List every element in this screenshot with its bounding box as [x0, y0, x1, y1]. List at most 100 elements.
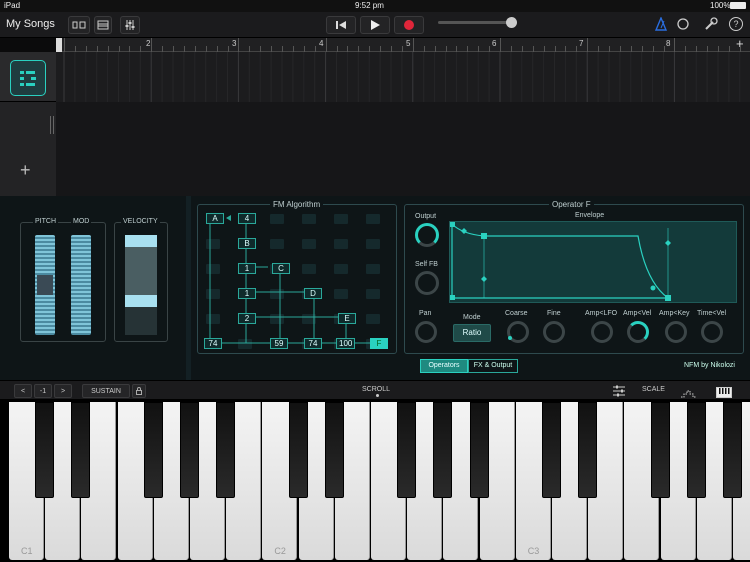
black-key[interactable]: [650, 402, 670, 498]
synth-panel: PITCH MOD VELOCITY FM Algorithm A 4 B 1 …: [0, 196, 750, 380]
ruler-bar: 5: [406, 39, 411, 48]
black-key[interactable]: [723, 402, 742, 498]
output-knob[interactable]: [415, 223, 439, 247]
black-key[interactable]: [216, 402, 236, 498]
black-key[interactable]: [469, 402, 489, 498]
instrument-icon[interactable]: [10, 60, 46, 96]
volume-knob[interactable]: [506, 17, 517, 28]
octave-down-button[interactable]: <: [14, 384, 32, 398]
mode-select[interactable]: Ratio: [453, 324, 491, 342]
clock: 9:52 pm: [355, 1, 384, 10]
coarse-knob[interactable]: [507, 321, 529, 343]
velocity-slider[interactable]: [125, 235, 157, 335]
ruler-bar: 4: [319, 39, 324, 48]
fm-op-f[interactable]: F: [370, 338, 388, 349]
amplfo-knob[interactable]: [591, 321, 613, 343]
selffb-knob[interactable]: [415, 271, 439, 295]
playhead-icon[interactable]: [56, 38, 62, 52]
black-key[interactable]: [433, 402, 453, 498]
envelope-graph[interactable]: [449, 221, 737, 303]
wrench-icon[interactable]: [704, 17, 718, 36]
ruler-tick: [674, 38, 676, 52]
ampvel-knob[interactable]: [627, 321, 649, 343]
pitch-wheel[interactable]: [35, 235, 55, 335]
black-key[interactable]: [542, 402, 561, 498]
pan-knob[interactable]: [415, 321, 437, 343]
record-icon[interactable]: [394, 16, 424, 34]
pitch-wheel-center: [37, 275, 53, 295]
velocity-bottom-handle[interactable]: [125, 295, 157, 307]
scroll-label[interactable]: SCROLL: [362, 386, 390, 393]
fm-op-1b[interactable]: 1: [238, 288, 256, 299]
fm-op-4[interactable]: 4: [238, 213, 256, 224]
black-key[interactable]: [288, 402, 308, 498]
tab-fx-output[interactable]: FX & Output: [468, 359, 518, 373]
toolbar: My Songs ?: [0, 12, 750, 38]
tracks-empty-area[interactable]: [50, 102, 750, 196]
selffb-label: Self FB: [415, 261, 438, 268]
fine-label: Fine: [547, 310, 561, 317]
track-lane[interactable]: [56, 52, 750, 102]
fm-op-1[interactable]: 1: [238, 263, 256, 274]
key-octave-label: C2: [274, 546, 286, 556]
operator-title: Operator F: [549, 200, 594, 209]
scale-button[interactable]: SCALE: [642, 386, 665, 393]
ruler-bar: 2: [146, 39, 151, 48]
ruler-tick: [325, 38, 327, 52]
volume-slider[interactable]: [438, 17, 517, 28]
fm-op-c[interactable]: C: [272, 263, 290, 274]
ruler-tick: [412, 38, 414, 52]
black-key[interactable]: [180, 402, 199, 498]
amplfo-label: Amp<LFO: [585, 310, 618, 317]
sustain-lock-icon[interactable]: [132, 384, 146, 398]
octave-up-button[interactable]: >: [54, 384, 72, 398]
timevel-label: Time<Vel: [697, 310, 727, 317]
fm-op-a[interactable]: A: [206, 213, 224, 224]
fine-knob[interactable]: [543, 321, 565, 343]
credit-label: NFM by Nikolozi: [684, 362, 735, 369]
velocity-top-handle[interactable]: [125, 235, 157, 247]
fm-routing-lines: [209, 215, 374, 344]
black-key[interactable]: [397, 402, 417, 498]
tracks-view-icon[interactable]: [94, 16, 112, 34]
fm-level-a[interactable]: 74: [204, 338, 222, 349]
add-track-icon[interactable]: +: [20, 160, 31, 181]
ruler-tick: [587, 38, 589, 52]
mod-wheel[interactable]: [71, 235, 91, 335]
help-icon[interactable]: ?: [729, 17, 743, 31]
ruler-bar: 7: [579, 39, 584, 48]
fm-op-2[interactable]: 2: [238, 313, 256, 324]
fm-op-b[interactable]: B: [238, 238, 256, 249]
mixer-icon[interactable]: [120, 16, 140, 34]
black-key[interactable]: [578, 402, 598, 498]
pitch-mod-box: PITCH MOD: [20, 218, 106, 342]
my-songs-button[interactable]: My Songs: [6, 18, 55, 30]
rewind-icon[interactable]: [326, 16, 356, 34]
tab-operators[interactable]: Operators: [420, 359, 468, 373]
track-header[interactable]: [0, 52, 56, 102]
fm-level-c[interactable]: 59: [270, 338, 288, 349]
black-key[interactable]: [143, 402, 163, 498]
black-key[interactable]: [324, 402, 344, 498]
browser-icon[interactable]: [68, 16, 90, 34]
black-key[interactable]: [35, 402, 55, 498]
ampkey-knob[interactable]: [665, 321, 687, 343]
fm-level-d[interactable]: 74: [304, 338, 322, 349]
fm-level-e[interactable]: 100: [336, 338, 356, 349]
play-icon[interactable]: [360, 16, 390, 34]
ruler-tick: [238, 38, 240, 52]
timeline-ruler[interactable]: 2 3 4 5 6 7 8 +: [56, 36, 750, 52]
fm-op-d[interactable]: D: [304, 288, 322, 299]
fm-op-e[interactable]: E: [338, 313, 356, 324]
resize-handle[interactable]: [50, 116, 54, 134]
black-key[interactable]: [686, 402, 706, 498]
loop-icon[interactable]: [676, 17, 690, 36]
sustain-button[interactable]: SUSTAIN: [82, 384, 130, 398]
black-key[interactable]: [71, 402, 91, 498]
ampvel-label: Amp<Vel: [623, 310, 652, 317]
piano-keyboard[interactable]: C1 C2 C3: [0, 400, 750, 562]
metronome-icon[interactable]: [654, 16, 668, 36]
timevel-knob[interactable]: [701, 321, 723, 343]
coarse-label: Coarse: [505, 310, 528, 317]
battery-icon: [730, 2, 746, 9]
